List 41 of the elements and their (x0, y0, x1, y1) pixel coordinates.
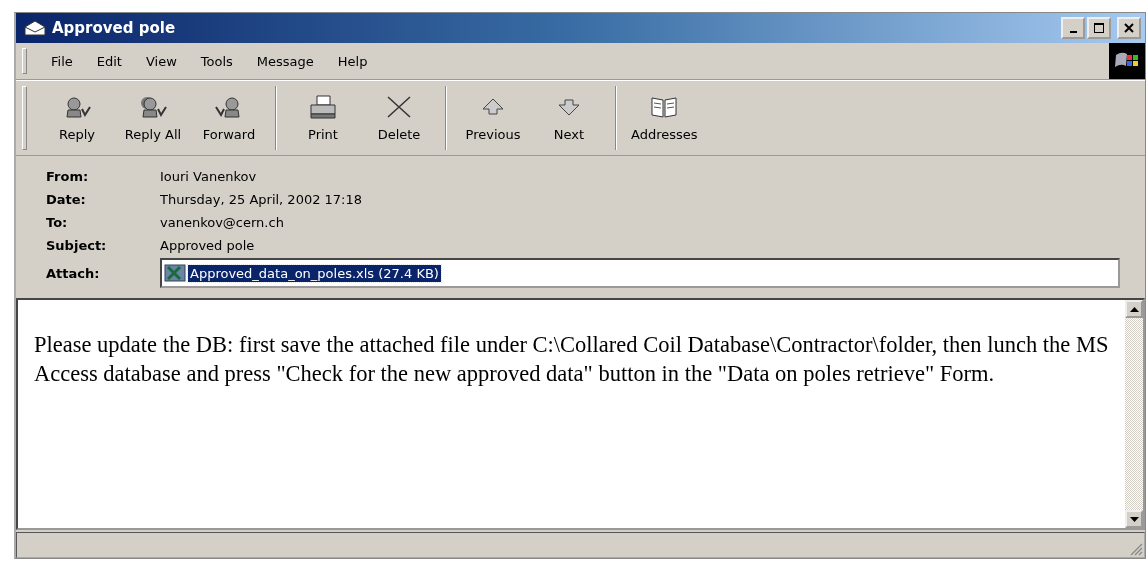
header-label: Date: (46, 191, 87, 207)
maximize-icon (1094, 23, 1104, 33)
close-button[interactable] (1117, 17, 1141, 39)
message-text: Please update the DB: first save the attached file under C:\Collared Coil Database\Contractor\folder, then lunch the MS Access database and press "Check for the new approved data" button in the "Data on poles retrieve" Form. (33, 331, 1110, 388)
toolbar-button[interactable]: Print (285, 90, 361, 146)
menu-item[interactable]: Help (325, 53, 380, 69)
envelope-icon (24, 20, 46, 36)
resize-grip-icon (1129, 542, 1143, 556)
window-title: Approved pole (52, 19, 176, 37)
menu-item[interactable]: Tools (188, 53, 245, 69)
header-label: To: (46, 214, 69, 230)
minimize-button[interactable] (1061, 17, 1085, 39)
scroll-up-icon[interactable] (1129, 306, 1139, 312)
header-value: vanenkov@cern.ch (160, 214, 284, 230)
menu-item[interactable]: File (39, 53, 85, 69)
scrollbar[interactable] (1125, 300, 1143, 528)
header-label: Subject: (46, 237, 108, 253)
toolbar-button[interactable]: Reply All (115, 90, 191, 146)
attachment-link[interactable]: Approved_data_on_poles.xls (27.4 KB) (188, 264, 441, 282)
maximize-button[interactable] (1087, 17, 1111, 39)
windows-logo-icon (1109, 43, 1145, 79)
menu-item[interactable]: View (133, 53, 189, 69)
spreadsheet-icon (164, 264, 186, 282)
header-value: Approved pole (160, 237, 255, 253)
header-label: Attach: (46, 265, 101, 281)
close-icon (1124, 23, 1134, 33)
header-value: Thursday, 25 April, 2002 17:18 (160, 191, 363, 207)
menu-item[interactable]: Edit (84, 53, 134, 69)
open-book-icon (649, 94, 680, 119)
header-value: Iouri Vanenkov (160, 168, 257, 184)
header-label: From: (46, 168, 90, 184)
toolbar-button[interactable]: Delete (361, 90, 437, 146)
toolbar-button[interactable]: Previous (455, 90, 531, 146)
scroll-down-icon[interactable] (1129, 516, 1139, 522)
minimize-icon (1069, 31, 1077, 33)
toolbar-button[interactable]: Addresses (625, 90, 704, 146)
menu-item[interactable]: Message (244, 53, 326, 69)
printer-icon (308, 94, 338, 119)
toolbar-button[interactable]: Forward (191, 90, 267, 146)
toolbar-button[interactable]: Reply (39, 90, 115, 146)
toolbar-button[interactable]: Next (531, 90, 607, 146)
